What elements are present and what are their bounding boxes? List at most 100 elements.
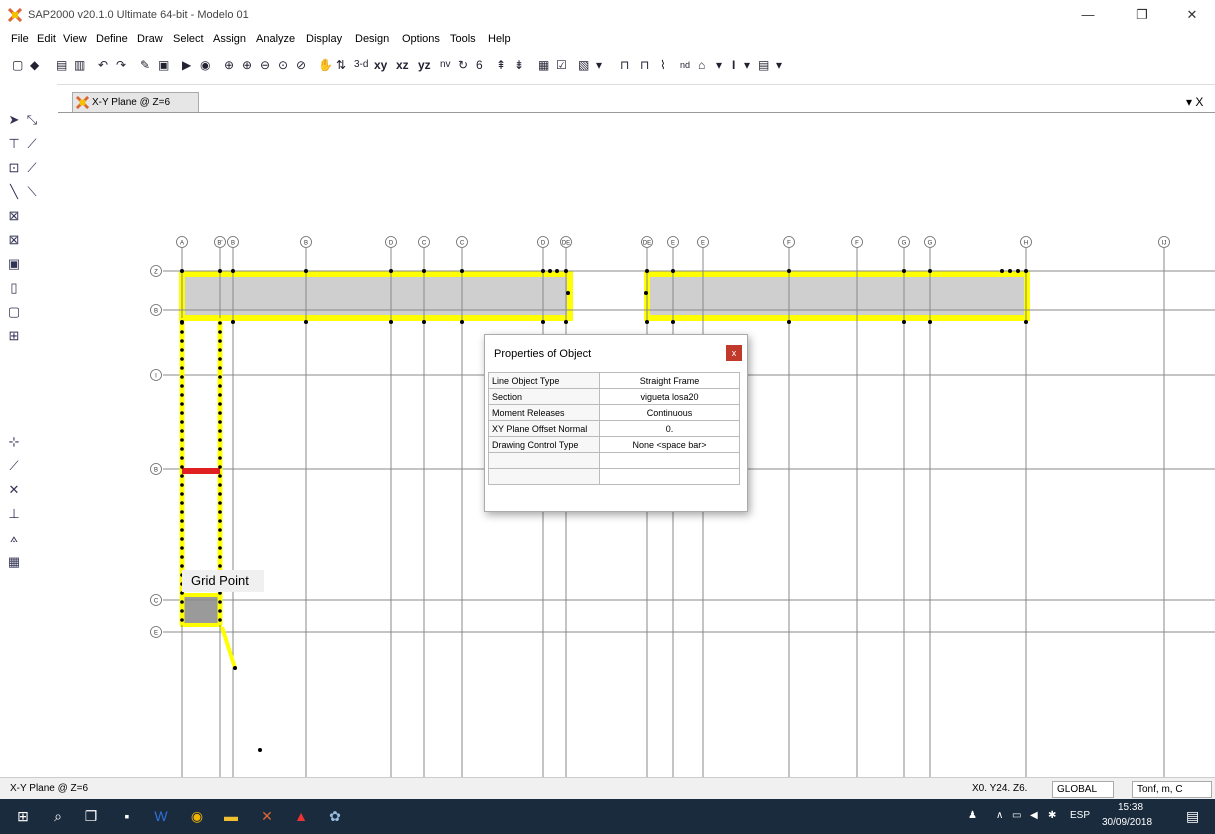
joint-point[interactable]: [460, 269, 464, 273]
prop-value[interactable]: 0.: [599, 420, 740, 437]
rotate-icon[interactable]: ↻: [458, 56, 468, 74]
sap2000-taskbar-icon[interactable]: ✕: [258, 807, 276, 825]
joint-point[interactable]: [180, 528, 184, 532]
word-icon[interactable]: W: [152, 807, 170, 825]
view-xz-button[interactable]: xz: [396, 56, 409, 74]
show-undeformed-icon[interactable]: ▧: [578, 56, 589, 74]
snap-lines-icon[interactable]: ⟑: [6, 530, 22, 546]
menu-file[interactable]: File: [11, 33, 29, 45]
joint-point[interactable]: [218, 357, 222, 361]
chrome-icon[interactable]: ◉: [188, 807, 206, 825]
draw-joint-icon[interactable]: ⊤: [6, 136, 22, 152]
menu-analyze[interactable]: Analyze: [256, 33, 295, 45]
joint-point[interactable]: [389, 269, 393, 273]
joint-point[interactable]: [218, 609, 222, 613]
joint-point[interactable]: [218, 330, 222, 334]
joint-point[interactable]: [218, 519, 222, 523]
deformed-shape-icon[interactable]: ⌇: [660, 56, 666, 74]
view-nv-button[interactable]: nv: [440, 56, 451, 74]
menu-options[interactable]: Options: [402, 33, 440, 45]
joint-point[interactable]: [180, 492, 184, 496]
joint-point[interactable]: [180, 339, 184, 343]
close-window-button[interactable]: ✕: [1174, 4, 1210, 26]
joint-point[interactable]: [180, 438, 184, 442]
clock-time[interactable]: 15:38: [1118, 802, 1143, 813]
joint-point[interactable]: [1024, 269, 1028, 273]
joint-point[interactable]: [180, 555, 184, 559]
snap-ends-icon[interactable]: ⟋: [6, 458, 22, 474]
zoom-window-icon[interactable]: ⊕: [224, 56, 234, 74]
prop-value[interactable]: None <space bar>: [599, 436, 740, 453]
bluetooth-icon[interactable]: ✱: [1048, 810, 1056, 821]
draw-frame-icon[interactable]: ╲: [6, 184, 22, 200]
joint-point[interactable]: [645, 269, 649, 273]
draw-rect-area-icon[interactable]: ▯: [6, 280, 22, 296]
menu-assign[interactable]: Assign: [213, 33, 246, 45]
joint-point[interactable]: [671, 320, 675, 324]
joint-point[interactable]: [180, 429, 184, 433]
joint-point[interactable]: [218, 393, 222, 397]
draw-area-icon[interactable]: ▣: [6, 256, 22, 272]
menu-select[interactable]: Select: [173, 33, 204, 45]
language-indicator[interactable]: ESP: [1070, 810, 1090, 821]
joint-point[interactable]: [304, 269, 308, 273]
joint-point[interactable]: [180, 420, 184, 424]
joint-point[interactable]: [180, 393, 184, 397]
joint-point[interactable]: [180, 375, 184, 379]
lock-icon[interactable]: ▣: [158, 56, 169, 74]
draw-tendon-icon[interactable]: ⟍: [24, 184, 40, 200]
tray-chevron-icon[interactable]: ∧: [996, 810, 1003, 821]
coord-system-select[interactable]: GLOBAL: [1052, 781, 1114, 798]
view-xy-button[interactable]: xy: [374, 56, 387, 74]
perspective-icon[interactable]: 6: [476, 56, 483, 74]
joint-point[interactable]: [218, 429, 222, 433]
menu-draw[interactable]: Draw: [137, 33, 163, 45]
joint-point[interactable]: [231, 269, 235, 273]
joint-point[interactable]: [902, 320, 906, 324]
special-joint-icon[interactable]: ⊡: [6, 160, 22, 176]
snap-points-icon[interactable]: ⊹: [6, 434, 22, 450]
joint-point[interactable]: [180, 384, 184, 388]
joint-point[interactable]: [218, 501, 222, 505]
joint-point[interactable]: [218, 447, 222, 451]
joint-point[interactable]: [233, 666, 237, 670]
joint-point[interactable]: [180, 366, 184, 370]
print-icon[interactable]: ▥: [74, 56, 85, 74]
paint-icon[interactable]: ✿: [326, 807, 344, 825]
undo-icon[interactable]: ↶: [98, 56, 108, 74]
menu-view[interactable]: View: [63, 33, 87, 45]
restore-button[interactable]: ❐: [1124, 4, 1160, 26]
move-up-icon[interactable]: ⇞: [496, 56, 506, 74]
joint-point[interactable]: [180, 546, 184, 550]
view-yz-button[interactable]: yz: [418, 56, 431, 74]
dropdown-icon[interactable]: ▾: [596, 56, 602, 74]
pointer-icon[interactable]: ➤: [6, 112, 22, 128]
zoom-all-icon[interactable]: ⊙: [278, 56, 288, 74]
joint-point[interactable]: [218, 555, 222, 559]
joint-point[interactable]: [180, 348, 184, 352]
joint-point[interactable]: [218, 510, 222, 514]
joint-point[interactable]: [218, 348, 222, 352]
object-shrink-icon[interactable]: ☑: [556, 56, 567, 74]
snap-fine-grid-icon[interactable]: ▦: [6, 554, 22, 570]
zoom-out-icon[interactable]: ⊖: [260, 56, 270, 74]
joint-point[interactable]: [218, 618, 222, 622]
joint-point[interactable]: [180, 456, 184, 460]
dropdown2-icon[interactable]: ▾: [716, 56, 722, 74]
joint-point[interactable]: [218, 564, 222, 568]
menu-edit[interactable]: Edit: [37, 33, 56, 45]
quick-draw-braces-icon[interactable]: ⊠: [6, 232, 22, 248]
joint-point[interactable]: [541, 320, 545, 324]
prop-value[interactable]: vigueta losa20: [599, 388, 740, 405]
volume-icon[interactable]: ◀: [1030, 810, 1038, 821]
pan-icon[interactable]: ✋: [318, 56, 333, 74]
joint-point[interactable]: [389, 320, 393, 324]
joint-point[interactable]: [218, 402, 222, 406]
joint-point[interactable]: [541, 269, 545, 273]
joint-point[interactable]: [555, 269, 559, 273]
joint-point[interactable]: [928, 320, 932, 324]
joint-point[interactable]: [180, 501, 184, 505]
joint-point[interactable]: [218, 384, 222, 388]
table-icon[interactable]: ▤: [758, 56, 769, 74]
joint-point[interactable]: [645, 320, 649, 324]
